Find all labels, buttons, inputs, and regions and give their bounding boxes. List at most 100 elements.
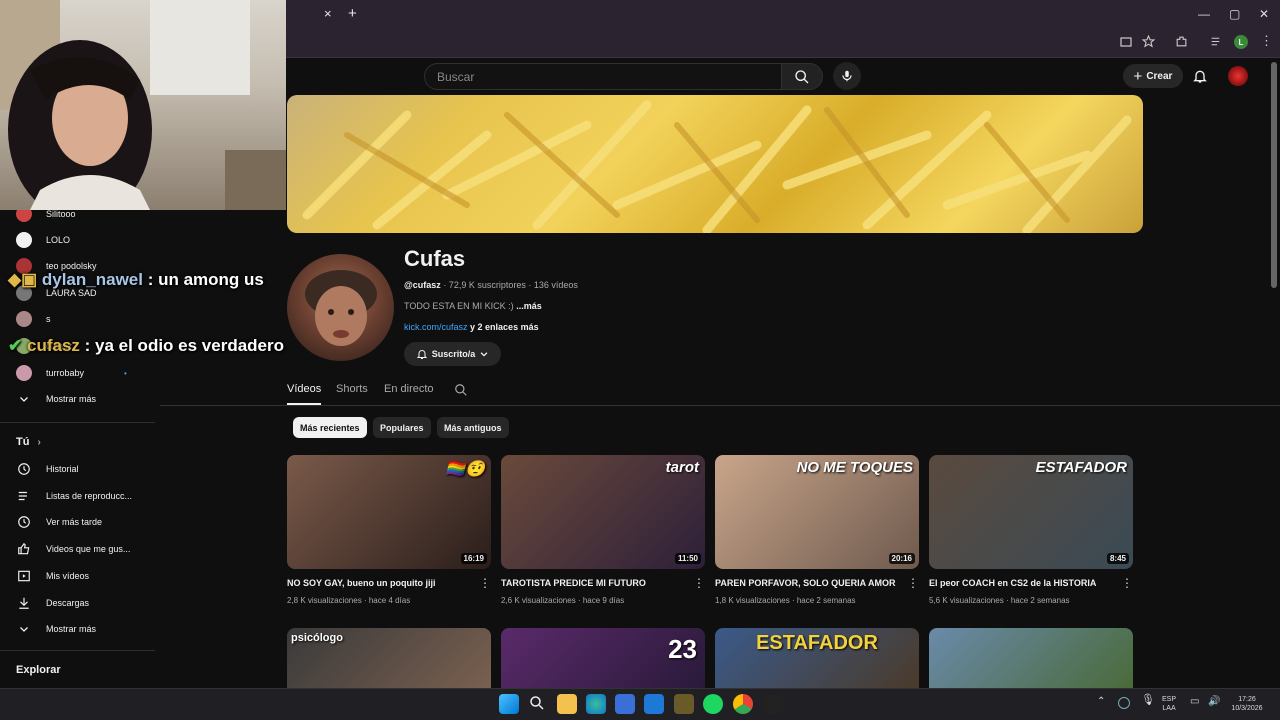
create-button[interactable]: + Crear xyxy=(1123,64,1183,88)
account-avatar[interactable] xyxy=(1228,66,1248,86)
description-text: TODO ESTA EN MI KICK :) xyxy=(404,301,514,311)
tray-chevron-up-icon[interactable]: ⌃ xyxy=(1097,697,1105,707)
you-section-heading[interactable]: Tú › xyxy=(16,436,41,448)
video-options-icon[interactable]: ⋮ xyxy=(1121,576,1133,590)
chat-text: : ya el odio es verdadero xyxy=(84,336,284,355)
video-options-icon[interactable]: ⋮ xyxy=(693,576,705,590)
subscription-item[interactable]: LOLO xyxy=(16,230,70,250)
subscription-item[interactable]: turrobaby • xyxy=(16,363,127,383)
show-more-you[interactable]: Mostrar más xyxy=(16,619,96,639)
tab-videos[interactable]: Vídeos xyxy=(287,383,321,395)
file-explorer-icon[interactable] xyxy=(557,694,577,714)
video-options-icon[interactable]: ⋮ xyxy=(479,576,491,590)
description-more-link[interactable]: ...más xyxy=(516,301,542,311)
video-thumbnail[interactable] xyxy=(929,628,1133,688)
search-input[interactable] xyxy=(425,64,781,89)
sidebar-item[interactable]: Videos que me gus... xyxy=(16,539,130,559)
channel-description[interactable]: TODO ESTA EN MI KICK :) ...más xyxy=(404,301,542,311)
chrome-icon[interactable] xyxy=(733,694,753,714)
media-controls-icon[interactable] xyxy=(1210,35,1223,48)
video-thumbnail[interactable]: tarot 11:50 xyxy=(501,455,705,569)
sidebar-item[interactable]: Historial xyxy=(16,459,79,479)
video-card[interactable]: 🏳️‍🌈🤨 16:19 NO SOY GAY, bueno un poquito… xyxy=(287,455,491,615)
browser-menu-icon[interactable]: ⋮ xyxy=(1260,33,1273,49)
chevron-down-icon xyxy=(16,391,32,407)
video-title[interactable]: El peor COACH en CS2 de la HISTORIA xyxy=(929,578,1114,588)
video-title[interactable]: TAROTISTA PREDICE MI FUTURO xyxy=(501,578,686,588)
tab-shorts[interactable]: Shorts xyxy=(336,383,368,395)
close-window-button[interactable]: ✕ xyxy=(1259,7,1269,21)
volume-icon[interactable]: 🔊 xyxy=(1208,697,1220,707)
spotify-icon[interactable] xyxy=(703,694,723,714)
tab-close-icon[interactable]: × xyxy=(324,6,332,21)
video-meta: 2,8 K visualizaciones · hace 4 días xyxy=(287,596,411,605)
show-more-subscriptions[interactable]: Mostrar más xyxy=(16,389,96,409)
more-links[interactable]: y 2 enlaces más xyxy=(470,322,539,332)
subscription-label: turrobaby xyxy=(46,368,85,378)
video-title[interactable]: NO SOY GAY, bueno un poquito jiji xyxy=(287,578,472,588)
language-indicator[interactable]: ESP LAA xyxy=(1162,695,1176,713)
subscribed-button[interactable]: Suscrito/a xyxy=(404,342,501,366)
profile-avatar[interactable]: L xyxy=(1234,35,1248,49)
video-views: 5,6 K visualizaciones xyxy=(929,596,1004,605)
taskbar-search-icon[interactable] xyxy=(528,694,548,714)
video-thumbnail[interactable]: 🏳️‍🌈🤨 16:19 xyxy=(287,455,491,569)
sidebar-item-label: Videos que me gus... xyxy=(46,544,131,554)
voice-search-button[interactable] xyxy=(833,62,861,90)
video-card[interactable]: ESTAFADOR 8:45 El peor COACH en CS2 de l… xyxy=(929,455,1133,615)
subscription-item[interactable]: s xyxy=(16,309,51,329)
sidebar-item[interactable]: Mis vídeos xyxy=(16,566,89,586)
outlook-icon[interactable] xyxy=(644,694,664,714)
channel-avatar-icon xyxy=(16,311,32,327)
page-scrollbar[interactable] xyxy=(1271,62,1277,288)
search-button[interactable] xyxy=(781,63,823,90)
microphone-tray-icon[interactable]: 🎙 xyxy=(1141,695,1155,706)
obs-icon[interactable] xyxy=(763,694,783,714)
new-tab-button[interactable]: + xyxy=(348,5,357,22)
chip-oldest[interactable]: Más antiguos xyxy=(437,417,509,438)
extensions-icon[interactable] xyxy=(1175,35,1188,48)
video-thumbnail[interactable]: 23 xyxy=(501,628,705,688)
video-age: hace 9 días xyxy=(582,596,625,605)
sidebar-item[interactable]: Descargas xyxy=(16,593,89,613)
kick-link[interactable]: kick.com/cufasz xyxy=(404,322,468,332)
tab-live[interactable]: En directo xyxy=(384,383,434,395)
video-thumbnail[interactable]: ESTAFADOR 8:45 xyxy=(929,455,1133,569)
network-icon[interactable]: ▭ xyxy=(1190,697,1199,707)
video-thumbnail[interactable]: psicólogo xyxy=(287,628,491,688)
video-thumbnail[interactable]: ESTAFADOR xyxy=(715,628,919,688)
sidebar-item[interactable]: Ver más tarde xyxy=(16,512,102,532)
cast-icon[interactable] xyxy=(1120,36,1132,48)
app-icon[interactable] xyxy=(674,694,694,714)
video-card[interactable]: NO ME TOQUES 20:16 PAREN PORFAVOR, SOLO … xyxy=(715,455,919,615)
clock[interactable]: 17:26 10/3/2026 xyxy=(1226,695,1268,713)
video-age: hace 4 días xyxy=(368,596,411,605)
download-icon xyxy=(16,595,32,611)
start-icon[interactable] xyxy=(499,694,519,714)
edge-icon[interactable] xyxy=(586,694,606,714)
sidebar-item-label: Historial xyxy=(46,464,79,474)
sidebar-item[interactable]: Listas de reproducc... xyxy=(16,486,132,506)
search-icon xyxy=(795,69,809,83)
channel-search-icon[interactable] xyxy=(454,383,468,397)
video-title[interactable]: PAREN PORFAVOR, SOLO QUERIA AMOR xyxy=(715,578,900,588)
minimize-button[interactable]: — xyxy=(1198,7,1210,21)
chip-popular[interactable]: Populares xyxy=(373,417,431,438)
channel-avatar[interactable] xyxy=(287,254,394,361)
bookmark-star-icon[interactable] xyxy=(1142,35,1155,48)
channel-banner xyxy=(287,95,1143,233)
onedrive-icon[interactable] xyxy=(1118,697,1130,709)
video-thumbnail[interactable]: NO ME TOQUES 20:16 xyxy=(715,455,919,569)
maximize-button[interactable]: ▢ xyxy=(1229,7,1240,21)
video-card[interactable]: tarot 11:50 TAROTISTA PREDICE MI FUTURO … xyxy=(501,455,705,615)
video-duration: 16:19 xyxy=(460,553,487,564)
store-icon[interactable] xyxy=(615,694,635,714)
search-box xyxy=(424,63,782,90)
history-icon xyxy=(16,461,32,477)
subscription-label: Silitooo xyxy=(46,209,76,219)
webcam-image xyxy=(0,0,286,210)
chip-most-recent[interactable]: Más recientes xyxy=(293,417,367,438)
sidebar-divider xyxy=(0,422,155,423)
notifications-bell-icon[interactable] xyxy=(1192,68,1208,84)
video-options-icon[interactable]: ⋮ xyxy=(907,576,919,590)
